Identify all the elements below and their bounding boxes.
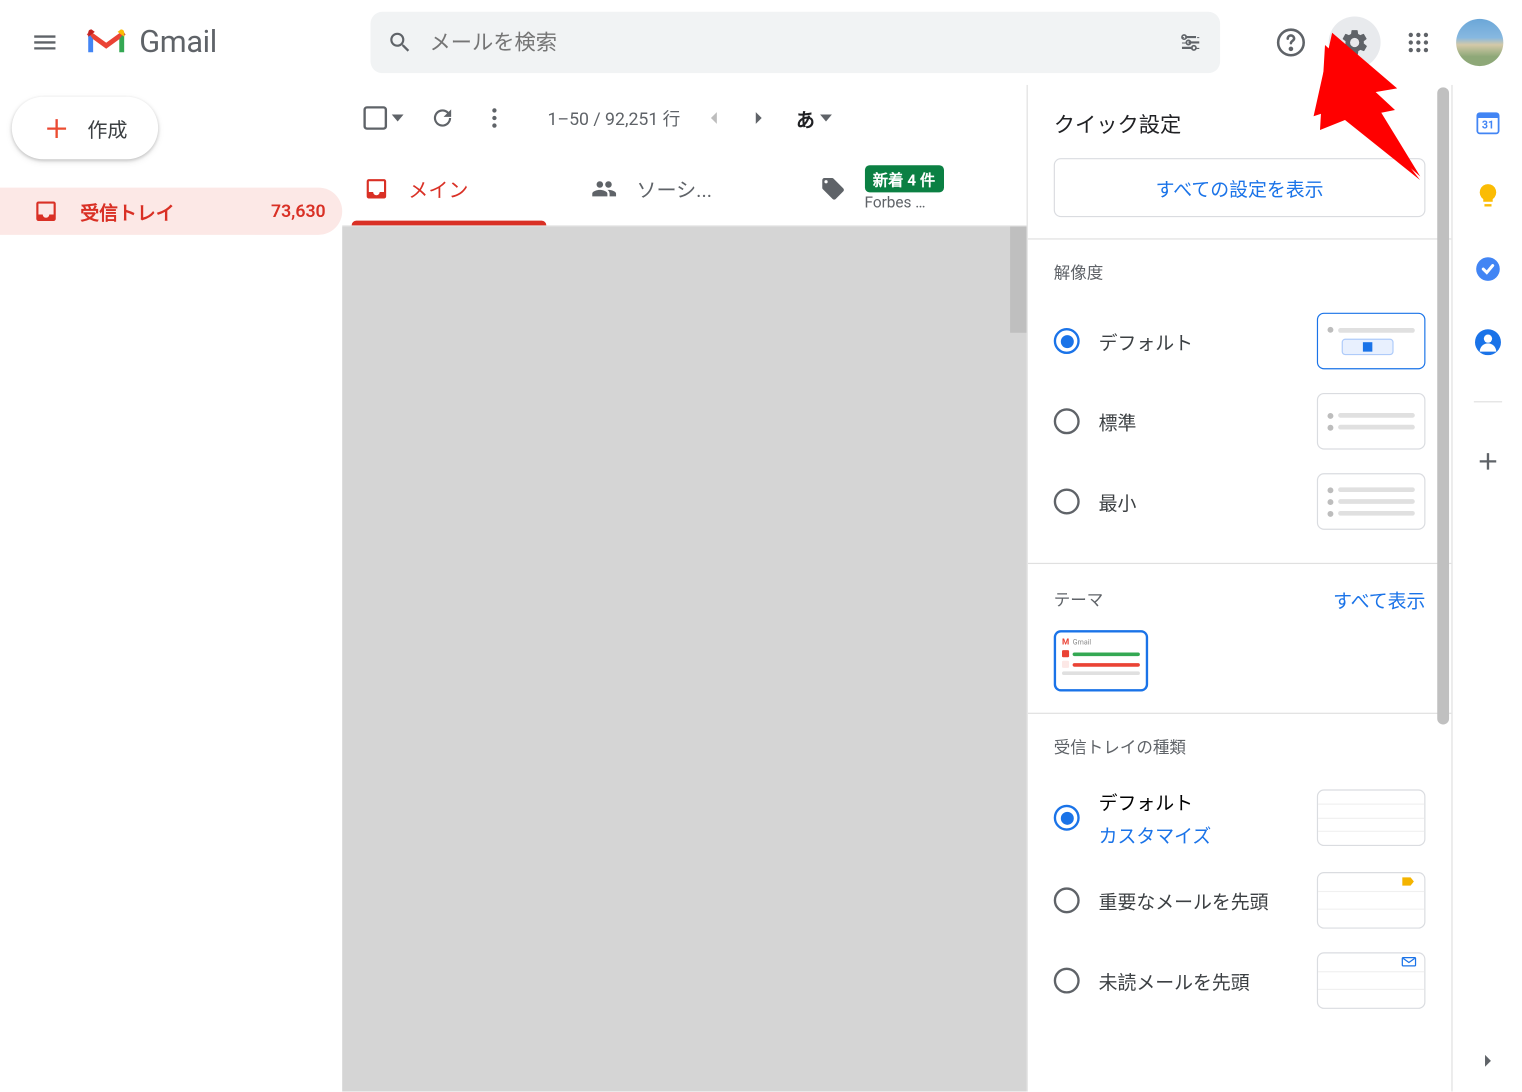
add-icon[interactable] bbox=[1473, 447, 1501, 475]
density-section-title: 解像度 bbox=[1054, 261, 1426, 285]
density-section: 解像度 デフォルト 標準 bbox=[1028, 238, 1452, 563]
tab-promotions[interactable]: 新着 4 件 Forbes … bbox=[798, 151, 1026, 225]
sidebar: 作成 受信トレイ 73,630 bbox=[0, 85, 342, 1092]
scrollbar[interactable] bbox=[1010, 227, 1027, 333]
category-tabs: メイン ソーシ... 新着 4 件 Forbes … bbox=[342, 151, 1026, 227]
pager-text: 1–50 / 92,251 行 bbox=[548, 106, 681, 131]
radio-icon bbox=[1054, 968, 1080, 994]
next-page-icon[interactable] bbox=[746, 106, 770, 130]
all-settings-button[interactable]: すべての設定を表示 bbox=[1054, 158, 1426, 217]
search-input[interactable] bbox=[430, 30, 1162, 55]
prev-page-icon[interactable] bbox=[702, 106, 726, 130]
quick-settings-title: クイック設定 bbox=[1028, 85, 1452, 158]
tab-social[interactable]: ソーシ... bbox=[570, 151, 798, 225]
search-options-icon[interactable] bbox=[1178, 29, 1204, 55]
tab-primary-label: メイン bbox=[408, 173, 468, 203]
density-standard[interactable]: 標準 bbox=[1054, 381, 1426, 461]
compose-label: 作成 bbox=[87, 113, 127, 143]
toolbar: 1–50 / 92,251 行 あ bbox=[342, 85, 1026, 151]
tab-promo-badge: 新着 4 件 bbox=[865, 165, 944, 192]
hamburger-menu-icon[interactable] bbox=[19, 17, 71, 69]
theme-section: テーマ すべて表示 MGmail bbox=[1028, 563, 1452, 713]
keep-icon[interactable] bbox=[1473, 182, 1501, 210]
calendar-icon[interactable]: 31 bbox=[1473, 109, 1501, 137]
compose-button[interactable]: 作成 bbox=[12, 97, 158, 160]
theme-view-all-link[interactable]: すべて表示 bbox=[1333, 585, 1425, 613]
more-icon[interactable] bbox=[481, 105, 507, 131]
inbox-type-important[interactable]: 重要なメールを先頭 bbox=[1054, 860, 1426, 940]
main-pane: 1–50 / 92,251 行 あ メイン ソーシ... bbox=[342, 85, 1026, 1092]
scrollbar[interactable] bbox=[1437, 87, 1449, 724]
inbox-icon bbox=[33, 198, 59, 224]
apps-grid-icon[interactable] bbox=[1392, 17, 1444, 69]
inbox-thumb-important bbox=[1317, 872, 1426, 929]
density-default[interactable]: デフォルト bbox=[1054, 301, 1426, 381]
app-name: Gmail bbox=[139, 25, 217, 60]
mail-list-area bbox=[342, 227, 1026, 1092]
density-thumb-default bbox=[1317, 313, 1426, 370]
tab-promo-sub: Forbes … bbox=[865, 194, 944, 212]
refresh-icon[interactable] bbox=[430, 105, 456, 131]
chevron-right-icon[interactable] bbox=[1476, 1049, 1500, 1073]
select-all-checkbox[interactable] bbox=[363, 106, 403, 130]
inbox-thumb-unread bbox=[1317, 952, 1426, 1009]
contacts-icon[interactable] bbox=[1473, 328, 1501, 356]
radio-icon bbox=[1054, 887, 1080, 913]
customize-link[interactable]: カスタマイズ bbox=[1099, 820, 1298, 848]
inbox-type-section: 受信トレイの種類 デフォルト カスタマイズ 重要なメールを先頭 bbox=[1028, 713, 1452, 1042]
tab-social-label: ソーシ... bbox=[636, 173, 712, 203]
inbox-icon bbox=[363, 175, 389, 201]
tag-icon bbox=[820, 175, 846, 201]
radio-icon bbox=[1054, 328, 1080, 354]
quick-settings-panel: クイック設定 すべての設定を表示 解像度 デフォルト 標準 bbox=[1027, 85, 1452, 1092]
inbox-thumb-default bbox=[1317, 789, 1426, 846]
caret-down-icon bbox=[392, 114, 404, 121]
inbox-type-default[interactable]: デフォルト カスタマイズ bbox=[1054, 775, 1426, 860]
account-avatar[interactable] bbox=[1456, 19, 1503, 66]
input-method-toggle[interactable]: あ bbox=[796, 104, 831, 132]
help-icon[interactable] bbox=[1265, 17, 1317, 69]
tab-primary[interactable]: メイン bbox=[342, 151, 570, 225]
density-thumb-standard bbox=[1317, 393, 1426, 450]
inbox-type-unread[interactable]: 未読メールを先頭 bbox=[1054, 940, 1426, 1020]
radio-icon bbox=[1054, 489, 1080, 515]
theme-thumbnail[interactable]: MGmail bbox=[1054, 630, 1148, 691]
radio-icon bbox=[1054, 805, 1080, 831]
side-panel: 31 bbox=[1451, 85, 1522, 1092]
radio-icon bbox=[1054, 408, 1080, 434]
search-icon bbox=[387, 29, 413, 55]
density-compact[interactable]: 最小 bbox=[1054, 461, 1426, 541]
tasks-icon[interactable] bbox=[1473, 255, 1501, 283]
people-icon bbox=[592, 175, 618, 201]
plus-icon bbox=[42, 114, 70, 142]
svg-text:31: 31 bbox=[1481, 119, 1493, 132]
gmail-logo[interactable]: Gmail bbox=[85, 25, 356, 60]
search-bar[interactable] bbox=[371, 12, 1221, 73]
header: Gmail bbox=[0, 0, 1522, 85]
inbox-type-section-title: 受信トレイの種類 bbox=[1054, 735, 1426, 759]
theme-section-title: テーマ bbox=[1054, 588, 1104, 612]
nav-inbox[interactable]: 受信トレイ 73,630 bbox=[0, 188, 342, 235]
density-thumb-compact bbox=[1317, 473, 1426, 530]
nav-inbox-count: 73,630 bbox=[271, 201, 326, 222]
settings-gear-icon[interactable] bbox=[1329, 17, 1381, 69]
nav-inbox-label: 受信トレイ bbox=[80, 197, 174, 225]
